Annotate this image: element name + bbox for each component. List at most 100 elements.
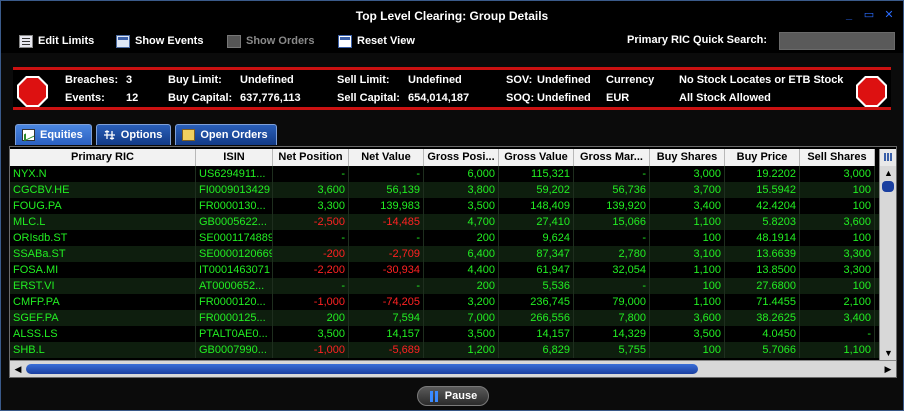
tab-open-orders[interactable]: Open Orders (175, 124, 277, 145)
equities-grid[interactable]: Primary RIC ISIN Net Position Net Value Gros… (9, 146, 897, 378)
table-cell: 3,200 (424, 294, 499, 310)
scroll-up-icon[interactable]: ▲ (882, 167, 895, 179)
sell-limit-label: Sell Limit: (337, 74, 390, 86)
tab-open-orders-label: Open Orders (200, 129, 268, 141)
vertical-scrollbar[interactable]: ▲ ▼ (879, 166, 896, 360)
table-row[interactable]: ORIsdb.ST SE0001174889- -200 9,624-100 48.19… (10, 230, 879, 246)
close-icon[interactable]: ✕ (881, 8, 897, 22)
table-cell: - (800, 326, 875, 342)
limits-summary-panel: Breaches: 3 Events: 12 Buy Limit: Undefi… (13, 67, 891, 110)
column-header[interactable]: ISIN (196, 149, 273, 166)
table-cell: 3,500 (424, 326, 499, 342)
table-row[interactable]: SSABa.ST SE0000120669 -200 -2,709 6,400 87,34… (10, 246, 879, 262)
horizontal-scroll-thumb[interactable] (26, 364, 698, 374)
ric-search-input[interactable] (779, 32, 895, 50)
table-cell: US6294911... (196, 166, 273, 182)
vertical-scroll-thumb[interactable] (882, 181, 894, 192)
table-cell: 3,500 (650, 326, 725, 342)
column-header[interactable]: Buy Shares (650, 149, 725, 166)
scroll-right-icon[interactable]: ▶ (882, 363, 894, 375)
table-cell: -2,500 (273, 214, 349, 230)
column-header[interactable]: Primary RIC (10, 149, 196, 166)
table-cell: -1,000 (273, 342, 349, 358)
window-controls: _ ▭ ✕ (841, 8, 897, 22)
buy-capital-label: Buy Capital: (168, 92, 233, 104)
show-events-label: Show Events (135, 35, 204, 47)
table-cell: 148,409 (499, 198, 574, 214)
table-cell: 13.6639 (725, 246, 800, 262)
table-row[interactable]: ERST.VI AT0000652... - -200 5,536-100 27.6800… (10, 278, 879, 294)
column-header[interactable]: Net Value (349, 149, 424, 166)
table-cell: - (273, 278, 349, 294)
reset-view-button[interactable]: Reset View (338, 33, 415, 49)
table-row[interactable]: CGCBV.HE FI0009013429 3,600 56,139 3,800 59,2… (10, 182, 879, 198)
table-row[interactable]: CMFP.PA FR0000120... -1,000 -74,205 3,200 236… (10, 294, 879, 310)
options-icon (103, 129, 116, 141)
table-cell: GB0007990... (196, 342, 273, 358)
column-header[interactable]: Buy Price (725, 149, 800, 166)
title-bar[interactable]: Top Level Clearing: Group Details _ ▭ ✕ (1, 1, 903, 29)
table-cell: NYX.N (10, 166, 196, 182)
table-cell: FOUG.PA (10, 198, 196, 214)
table-cell: 100 (650, 230, 725, 246)
table-cell: 48.1914 (725, 230, 800, 246)
table-cell: IT0001463071 (196, 262, 273, 278)
table-cell: 3,800 (424, 182, 499, 198)
table-row[interactable]: FOSA.MI IT0001463071 -2,200 -30,934 4,400 61,… (10, 262, 879, 278)
table-cell: - (349, 278, 424, 294)
edit-limits-button[interactable]: Edit Limits (19, 33, 94, 49)
tab-equities[interactable]: Equities (15, 124, 92, 145)
table-cell: 100 (800, 230, 875, 246)
minimize-icon[interactable]: _ (841, 8, 857, 22)
table-cell: 3,600 (650, 310, 725, 326)
table-row[interactable]: MLC.L GB0005622... -2,500 -14,485 4,700 27,41… (10, 214, 879, 230)
table-cell: 1,200 (424, 342, 499, 358)
table-cell: - (273, 166, 349, 182)
table-cell: 3,600 (273, 182, 349, 198)
reset-view-icon (338, 34, 352, 48)
table-cell: -2,709 (349, 246, 424, 262)
buy-limit-value: Undefined (240, 74, 294, 86)
table-cell: 14,157 (499, 326, 574, 342)
column-header[interactable]: Sell Shares (800, 149, 875, 166)
currency-value: EUR (606, 92, 630, 104)
column-header[interactable]: Net Position (273, 149, 349, 166)
stock-locate-status: No Stock Locates or ETB Stock (679, 74, 844, 86)
column-header[interactable]: Gross Posi... (424, 149, 499, 166)
show-orders-label: Show Orders (246, 35, 315, 47)
sov-value: Undefined (537, 74, 591, 86)
column-chooser-icon[interactable] (879, 149, 896, 166)
horizontal-scrollbar[interactable]: ◀ ▶ (10, 360, 896, 377)
column-header[interactable]: Gross Mar... (574, 149, 650, 166)
table-cell: 100 (800, 278, 875, 294)
table-row[interactable]: SGEF.PA FR0000125... 200 7,594 7,000 266,556 7… (10, 310, 879, 326)
table-cell: 266,556 (499, 310, 574, 326)
table-cell: 100 (800, 198, 875, 214)
tab-equities-label: Equities (40, 129, 83, 141)
maximize-icon[interactable]: ▭ (861, 8, 877, 22)
soq-value: Undefined (537, 92, 591, 104)
table-cell: 38.2625 (725, 310, 800, 326)
pause-button[interactable]: Pause (417, 386, 489, 406)
scroll-down-icon[interactable]: ▼ (882, 347, 895, 359)
table-cell: 3,700 (650, 182, 725, 198)
show-events-button[interactable]: Show Events (116, 33, 203, 49)
scroll-left-icon[interactable]: ◀ (12, 363, 24, 375)
table-cell: 4,400 (424, 262, 499, 278)
show-orders-button[interactable]: Show Orders (227, 33, 314, 49)
table-row[interactable]: NYX.N US6294911... - -6,000 115,321-3,000 19.… (10, 166, 879, 182)
table-cell: 5,755 (574, 342, 650, 358)
table-cell: 9,624 (499, 230, 574, 246)
table-cell: -5,689 (349, 342, 424, 358)
table-row[interactable]: SHB.L GB0007990... -1,000 -5,689 1,200 6,829 5… (10, 342, 879, 358)
toolbar: Edit Limits Show Events Show Orders Rese… (1, 29, 903, 53)
table-cell: 3,400 (650, 198, 725, 214)
table-row[interactable]: FOUG.PA FR0000130... 3,300 139,983 3,500 148,… (10, 198, 879, 214)
table-cell: ALSS.LS (10, 326, 196, 342)
pause-label: Pause (444, 390, 478, 402)
tab-options[interactable]: Options (95, 124, 172, 145)
table-cell: 6,829 (499, 342, 574, 358)
table-row[interactable]: ALSS.LS PTALT0AE0... 3,500 14,157 3,500 14,15… (10, 326, 879, 342)
column-header[interactable]: Gross Value (499, 149, 574, 166)
table-cell: GB0005622... (196, 214, 273, 230)
